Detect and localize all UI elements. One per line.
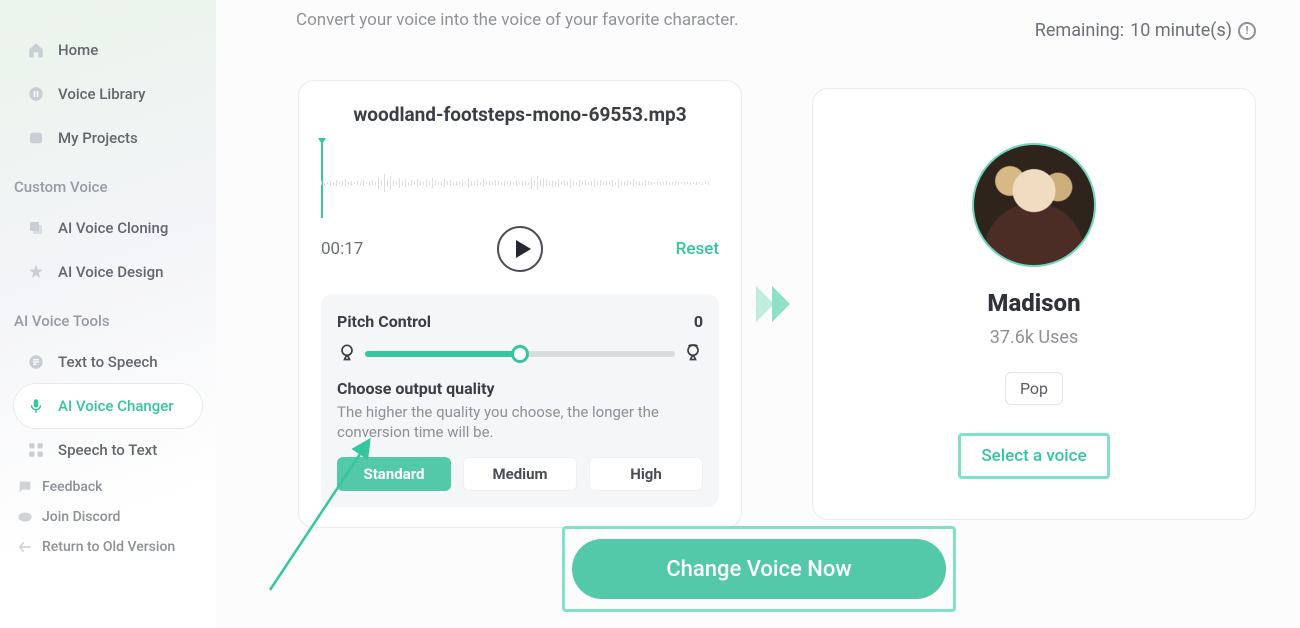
voice-tag: Pop xyxy=(1005,372,1063,405)
sidebar-item-label: Speech to Text xyxy=(58,441,157,459)
sidebar-item-ai-voice-design[interactable]: AI Voice Design xyxy=(14,250,202,294)
waveform[interactable] xyxy=(321,140,719,222)
info-icon[interactable] xyxy=(1238,22,1256,40)
sidebar: Home Voice Library My Projects Custom Vo… xyxy=(0,0,216,628)
sidebar-item-label: My Projects xyxy=(58,129,138,147)
stt-icon xyxy=(26,440,46,460)
sidebar-section-ai-voice-tools: AI Voice Tools xyxy=(14,294,202,340)
reset-button[interactable]: Reset xyxy=(639,239,719,259)
voice-name: Madison xyxy=(987,289,1080,317)
voice-uses: 37.6k Uses xyxy=(990,327,1078,348)
pitch-slider[interactable] xyxy=(337,345,703,363)
sidebar-item-speech-to-text[interactable]: Speech to Text xyxy=(14,428,202,472)
remaining-indicator: Remaining: 10 minute(s) xyxy=(1035,20,1256,41)
sidebar-item-ai-voice-changer[interactable]: AI Voice Changer xyxy=(14,384,202,428)
source-filename: woodland-footsteps-mono-69553.mp3 xyxy=(321,103,719,126)
library-icon xyxy=(26,84,46,104)
settings-panel: Pitch Control 0 Choose output qualit xyxy=(321,294,719,507)
sidebar-item-ai-voice-cloning[interactable]: AI Voice Cloning xyxy=(14,206,202,250)
mic-icon xyxy=(26,396,46,416)
sidebar-item-return-old-version[interactable]: Return to Old Version xyxy=(14,532,202,562)
select-voice-button[interactable]: Select a voice xyxy=(958,433,1109,479)
sidebar-item-label: AI Voice Changer xyxy=(58,397,174,415)
sidebar-item-label: Join Discord xyxy=(42,509,120,525)
output-quality-desc: The higher the quality you choose, the l… xyxy=(337,402,703,443)
flow-arrow-icon xyxy=(742,284,812,324)
sidebar-item-label: Return to Old Version xyxy=(42,539,175,555)
sidebar-item-voice-library[interactable]: Voice Library xyxy=(14,72,202,116)
quality-standard[interactable]: Standard xyxy=(337,457,451,491)
design-icon xyxy=(26,262,46,282)
sidebar-item-feedback[interactable]: Feedback xyxy=(14,472,202,502)
feedback-icon xyxy=(16,478,34,496)
pitch-slider-thumb[interactable] xyxy=(511,345,529,363)
output-quality-options: Standard Medium High xyxy=(337,457,703,491)
sidebar-item-label: Voice Library xyxy=(58,85,146,103)
source-audio-card: woodland-footsteps-mono-69553.mp3 00:17 … xyxy=(298,80,742,528)
discord-icon xyxy=(16,508,34,526)
sidebar-section-custom-voice: Custom Voice xyxy=(14,160,202,206)
pitch-title: Pitch Control xyxy=(337,312,431,331)
playback-time: 00:17 xyxy=(321,239,401,259)
quality-high[interactable]: High xyxy=(589,457,703,491)
sidebar-item-home[interactable]: Home xyxy=(14,28,202,72)
change-voice-button[interactable]: Change Voice Now xyxy=(572,539,946,599)
pitch-low-icon xyxy=(337,342,357,366)
sidebar-item-join-discord[interactable]: Join Discord xyxy=(14,502,202,532)
waveform-bars xyxy=(321,170,719,196)
sidebar-item-text-to-speech[interactable]: Text to Speech xyxy=(14,340,202,384)
remaining-value: 10 minute(s) xyxy=(1130,20,1232,41)
sidebar-item-label: AI Voice Design xyxy=(58,263,163,281)
cta-highlight: Change Voice Now xyxy=(562,526,956,612)
voice-avatar xyxy=(972,143,1096,267)
sidebar-item-label: AI Voice Cloning xyxy=(58,219,168,237)
sidebar-item-label: Text to Speech xyxy=(58,353,158,371)
home-icon xyxy=(26,40,46,60)
sidebar-item-label: Home xyxy=(58,41,98,59)
remaining-label: Remaining: xyxy=(1035,20,1124,41)
pitch-high-icon xyxy=(683,342,703,366)
return-icon xyxy=(16,538,34,556)
clone-icon xyxy=(26,218,46,238)
quality-medium[interactable]: Medium xyxy=(463,457,577,491)
projects-icon xyxy=(26,128,46,148)
main: Convert your voice into the voice of you… xyxy=(216,0,1300,628)
play-button[interactable] xyxy=(497,226,543,272)
sidebar-item-my-projects[interactable]: My Projects xyxy=(14,116,202,160)
sidebar-item-label: Feedback xyxy=(42,479,102,495)
target-voice-card: Madison 37.6k Uses Pop Select a voice xyxy=(812,88,1256,520)
tts-icon xyxy=(26,352,46,372)
pitch-value: 0 xyxy=(694,312,703,331)
output-quality-title: Choose output quality xyxy=(337,379,703,398)
